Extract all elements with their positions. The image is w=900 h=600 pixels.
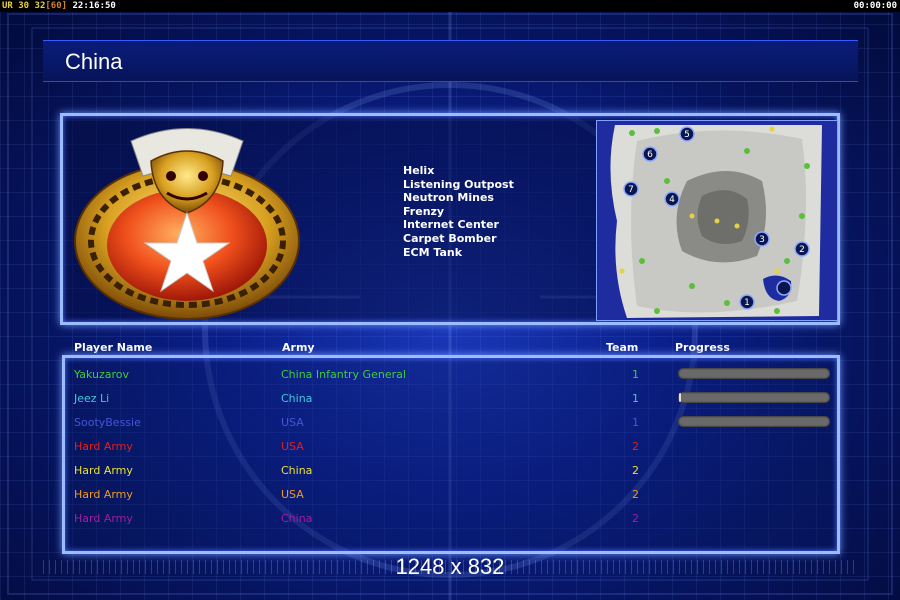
resolution-label: 1248 x 832: [395, 554, 505, 579]
minimap-start-label: 3: [759, 235, 765, 245]
player-team: 1: [632, 416, 639, 429]
player-team: 1: [632, 368, 639, 381]
player-team: 2: [632, 440, 639, 453]
game-timer: 00:00:00: [853, 1, 897, 11]
minimap-start-label: 2: [799, 245, 805, 255]
progress-fill: [679, 393, 681, 402]
unit-list: Helix Listening Outpost Neutron Mines Fr…: [403, 164, 514, 259]
title-panel: China: [43, 40, 858, 82]
player-name: SootyBessie: [74, 416, 141, 429]
minimap: 1 2 3 4 5 6 7: [596, 120, 838, 321]
player-army: USA: [281, 488, 304, 501]
player-name: Hard Army: [74, 440, 133, 453]
table-row: Hard Army USA 2: [65, 435, 837, 459]
china-emblem-icon: [74, 128, 300, 320]
player-name: Jeez Li: [74, 392, 110, 405]
unit-item: Frenzy: [403, 204, 445, 218]
player-team: 1: [632, 392, 639, 405]
stat-max: [60]: [45, 1, 68, 11]
stat-b: 32: [34, 1, 46, 11]
status-bar: UR 30 32[60] 22:16:50 00:00:00: [0, 0, 900, 12]
player-army: China: [281, 392, 313, 405]
unit-item: Neutron Mines: [403, 191, 494, 205]
unit-item: ECM Tank: [403, 245, 463, 259]
player-name: Hard Army: [74, 488, 133, 501]
faction-info-panel: Helix Listening Outpost Neutron Mines Fr…: [60, 113, 840, 325]
table-row: Jeez Li China 1: [65, 387, 837, 411]
table-row: SootyBessie USA 1: [65, 411, 837, 435]
stat-a: 30: [18, 1, 30, 11]
player-team: 2: [632, 512, 639, 525]
clock: 22:16:50: [72, 1, 116, 11]
unit-item: Carpet Bomber: [403, 231, 497, 245]
progress-bar: [678, 416, 830, 427]
minimap-start-label: 4: [669, 195, 675, 205]
player-army: China: [281, 512, 313, 525]
player-army: USA: [281, 440, 304, 453]
table-row: Hard Army China 2: [65, 507, 837, 531]
player-army: China Infantry General: [281, 368, 406, 381]
minimap-start-label: 5: [684, 130, 690, 140]
header-player-name: Player Name: [74, 341, 153, 354]
header-army: Army: [282, 341, 315, 354]
ur-label: UR: [2, 1, 13, 11]
table-row: Hard Army USA 2: [65, 483, 837, 507]
player-name: Yakuzarov: [74, 368, 129, 381]
table-row: Hard Army China 2: [65, 459, 837, 483]
minimap-start-label: 6: [647, 150, 653, 160]
unit-item: Helix: [403, 164, 435, 177]
player-name: Hard Army: [74, 512, 133, 525]
unit-item: Internet Center: [403, 218, 499, 232]
progress-bar: [678, 392, 830, 403]
players-table: Yakuzarov China Infantry General 1 Jeez Li C…: [62, 355, 840, 554]
player-team: 2: [632, 464, 639, 477]
unit-item: Listening Outpost: [403, 177, 514, 191]
minimap-start-label: 1: [744, 298, 750, 308]
player-army: USA: [281, 416, 304, 429]
header-progress: Progress: [675, 341, 730, 354]
player-name: Hard Army: [74, 464, 133, 477]
player-team: 2: [632, 488, 639, 501]
minimap-start-label: 7: [628, 185, 634, 195]
table-row: Yakuzarov China Infantry General 1: [65, 363, 837, 387]
page-title: China: [65, 49, 123, 74]
header-team: Team: [606, 341, 639, 354]
player-army: China: [281, 464, 313, 477]
progress-bar: [678, 368, 830, 379]
